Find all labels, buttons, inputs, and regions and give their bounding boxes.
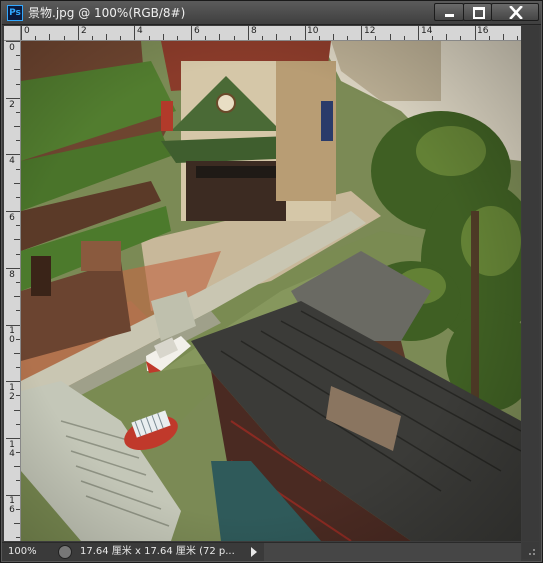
ruler-top-label: 16 (477, 26, 489, 36)
document-info-icon[interactable] (58, 545, 72, 559)
minimize-button[interactable] (434, 3, 464, 21)
resize-grip[interactable] (522, 542, 539, 559)
zoom-level-field[interactable]: 100% (8, 544, 50, 559)
painting-illustration (21, 41, 521, 541)
ruler-left-label: 1 6 (9, 496, 15, 515)
document-size-info: 17.64 厘米 x 17.64 厘米 (72 p... (80, 546, 235, 557)
ruler-left-label: 1 2 (9, 383, 15, 402)
ruler-top-label: 2 (81, 26, 87, 36)
ruler-left-label: 0 (9, 43, 15, 53)
ruler-top-label: 6 (194, 26, 200, 36)
minimize-icon (445, 14, 454, 17)
ruler-left-label: 4 (9, 156, 15, 166)
ruler-top-label: 8 (251, 26, 257, 36)
close-icon (509, 6, 523, 19)
horizontal-scrollbar[interactable] (264, 543, 521, 561)
vertical-scrollbar[interactable] (522, 26, 539, 541)
ruler-left-label: 2 (9, 100, 15, 110)
ruler-top-label: 14 (421, 26, 433, 36)
title-bar[interactable]: Ps 景物.jpg @ 100%(RGB/8#) (2, 2, 541, 25)
resize-grip-icon (529, 549, 535, 555)
ruler-left-label: 8 (9, 270, 15, 280)
maximize-button[interactable] (463, 3, 492, 21)
photoshop-app-icon: Ps (7, 5, 23, 21)
ruler-top-label: 0 (24, 26, 30, 36)
ruler-left-label: 1 4 (9, 440, 15, 459)
vertical-ruler[interactable]: 0 2 4 6 8 1 0 1 2 1 4 1 6 (4, 41, 21, 541)
document-window: Ps 景物.jpg @ 100%(RGB/8#) 0 2 4 6 8 10 12… (0, 0, 543, 563)
ruler-left-label: 1 0 (9, 326, 15, 345)
ruler-origin[interactable] (4, 26, 21, 41)
ruler-top-label: 4 (137, 26, 143, 36)
document-title: 景物.jpg @ 100%(RGB/8#) (28, 6, 186, 20)
maximize-icon (473, 7, 485, 19)
ruler-left-label: 6 (9, 213, 15, 223)
close-button[interactable] (491, 3, 539, 21)
horizontal-ruler-ticks (21, 26, 518, 40)
ruler-top-label: 12 (364, 26, 376, 36)
ruler-top-label: 10 (307, 26, 319, 36)
status-bar: 100% 17.64 厘米 x 17.64 厘米 (72 p... (2, 542, 521, 561)
horizontal-ruler[interactable]: 0 2 4 6 8 10 12 14 16 (21, 26, 521, 41)
image-canvas[interactable] (21, 41, 521, 541)
vertical-ruler-ticks (6, 41, 20, 538)
status-menu-arrow-icon[interactable] (250, 547, 258, 557)
